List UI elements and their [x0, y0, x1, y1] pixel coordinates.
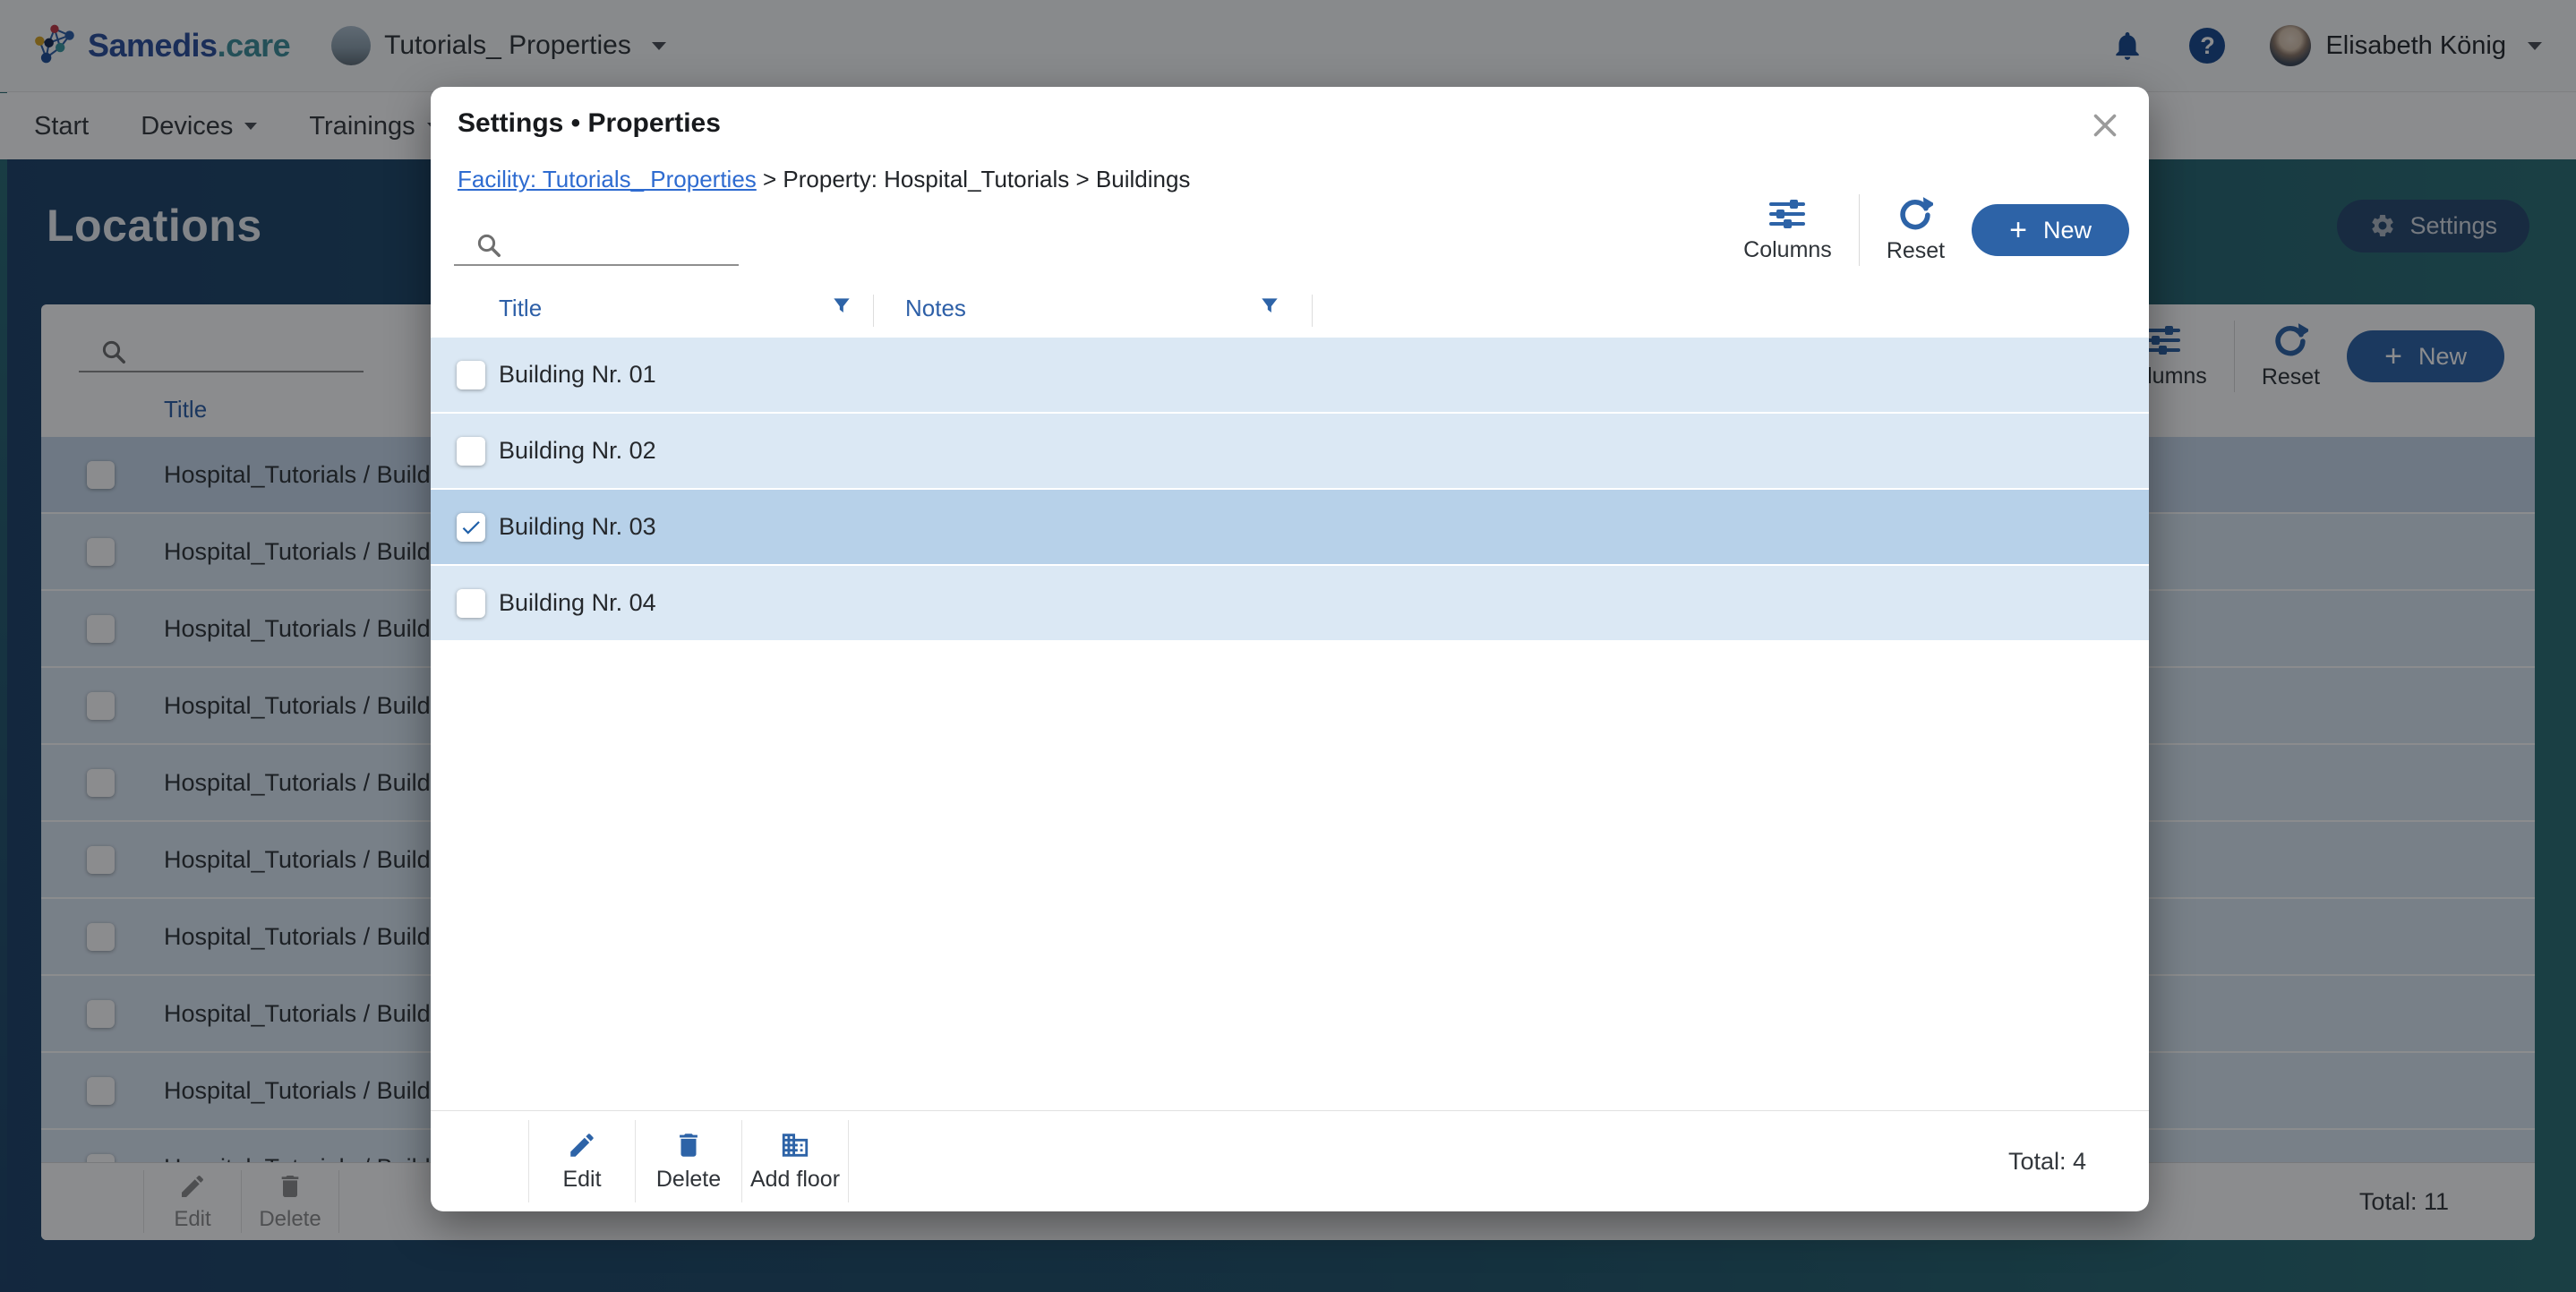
- toolbar-divider: [1859, 194, 1860, 266]
- column-divider: [873, 295, 874, 327]
- add-floor-button[interactable]: Add floor: [741, 1120, 849, 1202]
- row-checkbox[interactable]: [457, 361, 485, 389]
- building-icon: [780, 1130, 810, 1160]
- search-input[interactable]: [502, 230, 739, 264]
- column-header-notes[interactable]: Notes: [905, 295, 966, 322]
- edit-button[interactable]: Edit: [528, 1120, 635, 1202]
- row-title: Building Nr. 04: [499, 589, 656, 617]
- pencil-icon: [567, 1130, 597, 1160]
- column-header-title[interactable]: Title: [499, 295, 542, 322]
- columns-sliders-icon: [1767, 197, 1807, 231]
- table-row[interactable]: Building Nr. 01: [431, 338, 2149, 412]
- columns-button[interactable]: Columns: [1743, 197, 1832, 263]
- delete-button[interactable]: Delete: [635, 1120, 741, 1202]
- breadcrumb-facility-link[interactable]: Facility: Tutorials_ Properties: [458, 166, 757, 193]
- modal-search[interactable]: [454, 223, 739, 266]
- row-checkbox-checked[interactable]: [457, 513, 485, 542]
- filter-icon[interactable]: [1258, 295, 1281, 318]
- settings-properties-modal: Settings • Properties Facility: Tutorial…: [431, 87, 2149, 1211]
- column-divider: [1312, 295, 1313, 327]
- plus-icon: +: [2009, 215, 2027, 245]
- trash-icon: [673, 1130, 704, 1160]
- modal-table-header: Title Notes: [431, 286, 2149, 330]
- new-button[interactable]: + New: [1972, 204, 2129, 256]
- check-icon: [459, 516, 483, 539]
- modal-table-body: Building Nr. 01 Building Nr. 02 Building N…: [431, 338, 2149, 642]
- breadcrumb-trail: > Property: Hospital_Tutorials > Buildin…: [757, 166, 1191, 193]
- close-icon[interactable]: [2086, 107, 2124, 144]
- search-icon: [475, 232, 502, 259]
- row-checkbox[interactable]: [457, 589, 485, 618]
- modal-footer: Edit Delete Add floor Total: 4: [431, 1110, 2149, 1211]
- row-title: Building Nr. 02: [499, 437, 656, 465]
- modal-title: Settings • Properties: [458, 108, 721, 139]
- table-row[interactable]: Building Nr. 03: [431, 490, 2149, 564]
- reset-button[interactable]: Reset: [1887, 196, 1945, 264]
- table-row[interactable]: Building Nr. 02: [431, 414, 2149, 488]
- row-title: Building Nr. 03: [499, 513, 656, 541]
- breadcrumb: Facility: Tutorials_ Properties > Proper…: [458, 166, 1190, 193]
- table-row[interactable]: Building Nr. 04: [431, 566, 2149, 640]
- filter-icon[interactable]: [830, 295, 853, 318]
- row-checkbox[interactable]: [457, 437, 485, 466]
- reset-refresh-icon: [1897, 196, 1933, 232]
- total-count: Total: 4: [2008, 1148, 2086, 1176]
- row-title: Building Nr. 01: [499, 361, 656, 389]
